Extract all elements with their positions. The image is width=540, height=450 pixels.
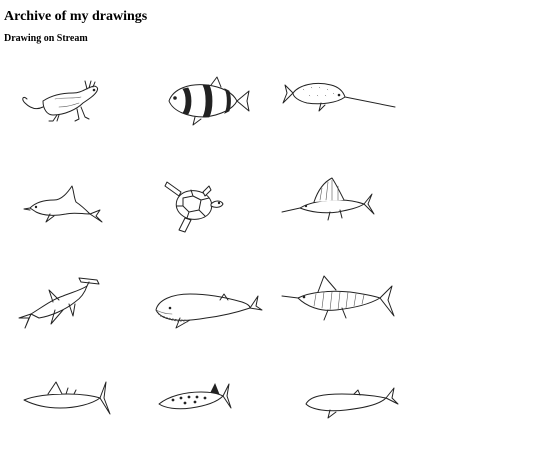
drawing-spotted-fish[interactable]	[155, 370, 275, 450]
iguana-drawing-image	[15, 63, 135, 143]
swordfish-drawing-image	[20, 370, 140, 450]
drawing-gallery	[0, 0, 540, 405]
drawing-dolphin[interactable]	[20, 170, 140, 250]
drawing-swordfish[interactable]	[20, 370, 140, 450]
clownfish-drawing-image	[155, 63, 275, 143]
marlin-drawing-image	[280, 270, 400, 350]
drawing-iguana[interactable]	[15, 63, 135, 143]
drawing-striped-marlin[interactable]	[280, 270, 400, 350]
sea-turtle-drawing-image	[155, 170, 275, 250]
drawing-sailfish[interactable]	[280, 170, 400, 250]
beluga-drawing-image	[290, 370, 410, 450]
drawing-clownfish[interactable]	[155, 63, 275, 143]
spotted-fish-drawing-image	[155, 370, 275, 450]
drawing-beluga[interactable]	[290, 370, 410, 450]
sailfish-drawing-image	[280, 170, 400, 250]
drawing-hammerhead-shark[interactable]	[15, 270, 135, 350]
whale-drawing-image	[150, 270, 270, 350]
drawing-sea-turtle[interactable]	[155, 170, 275, 250]
drawing-humpback-whale[interactable]	[150, 270, 270, 350]
drawing-narwhal[interactable]	[275, 63, 395, 143]
hammerhead-drawing-image	[15, 270, 135, 350]
dolphin-drawing-image	[20, 170, 140, 250]
narwhal-drawing-image	[275, 63, 395, 143]
